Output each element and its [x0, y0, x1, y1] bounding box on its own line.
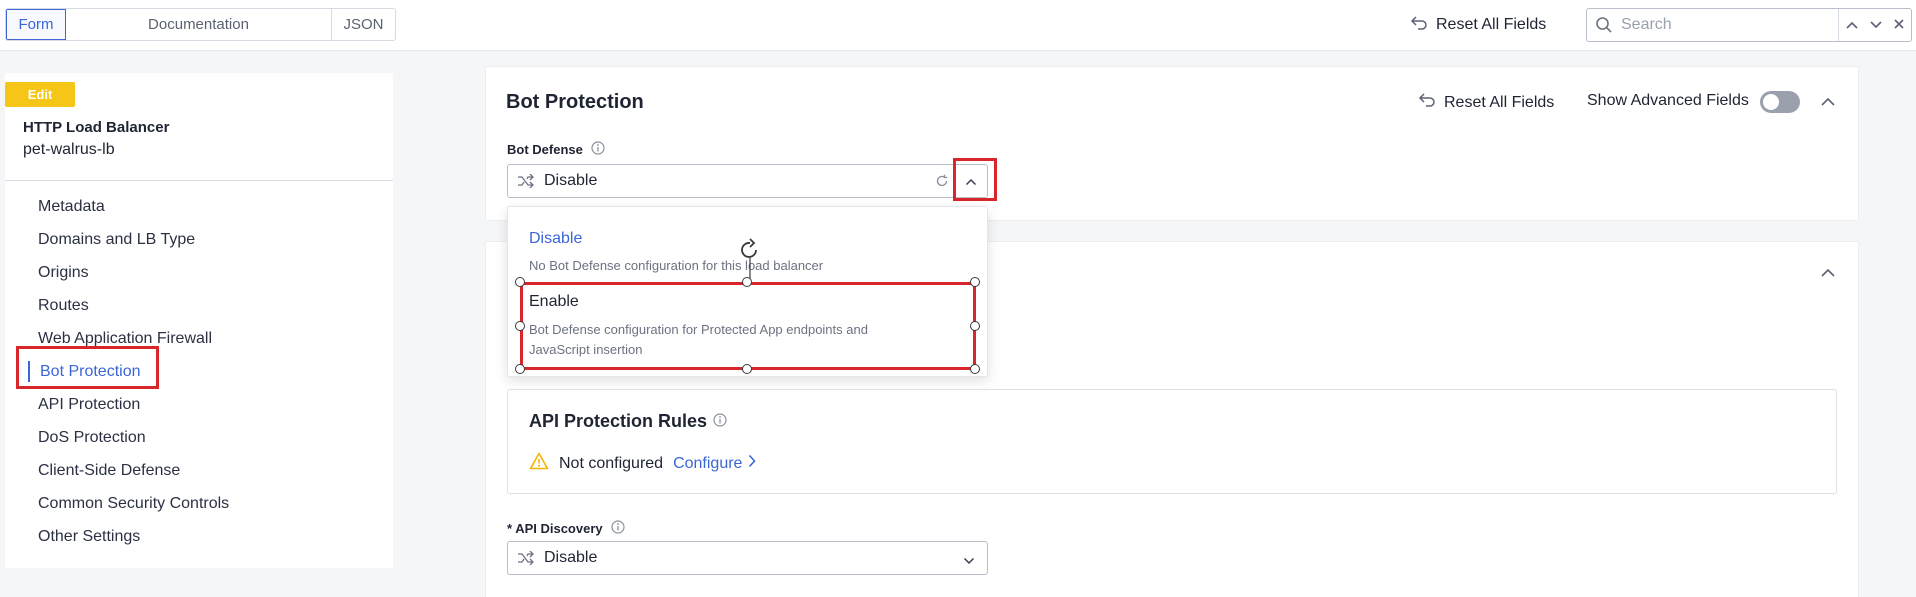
toggle-knob — [1763, 94, 1779, 110]
edit-badge: Edit — [5, 82, 75, 107]
view-tabs: Form Documentation JSON — [5, 8, 396, 41]
search-box — [1586, 8, 1912, 42]
search-icon — [1587, 16, 1621, 34]
resize-handle — [970, 364, 980, 374]
info-icon[interactable] — [591, 141, 605, 158]
api-discovery-select[interactable]: Disable — [507, 541, 988, 575]
api-discovery-label: * API Discovery — [507, 520, 625, 537]
search-close-icon[interactable] — [1893, 17, 1905, 34]
sidebar: Edit HTTP Load Balancer pet-walrus-lb Me… — [5, 73, 393, 568]
option-enable-highlight-box — [520, 282, 976, 370]
resize-handle — [515, 364, 525, 374]
reset-all-fields-button[interactable]: Reset All Fields — [1410, 13, 1546, 37]
object-type: HTTP Load Balancer — [23, 119, 170, 136]
info-icon[interactable] — [611, 520, 625, 537]
info-icon[interactable] — [713, 411, 727, 432]
search-input[interactable] — [1621, 16, 1831, 34]
object-name: pet-walrus-lb — [23, 141, 115, 158]
api-discovery-label-text: * API Discovery — [507, 521, 603, 536]
collapse-section-icon[interactable] — [1820, 265, 1836, 282]
reset-all-fields-label: Reset All Fields — [1436, 16, 1547, 33]
option-disable-title[interactable]: Disable — [529, 230, 582, 248]
tab-json[interactable]: JSON — [332, 9, 395, 40]
chevron-right-icon — [748, 454, 757, 473]
bot-defense-value: Disable — [544, 172, 598, 189]
sidebar-divider — [5, 180, 393, 181]
sidebar-item-dos-protection[interactable]: DoS Protection — [5, 421, 393, 454]
sidebar-item-common-security[interactable]: Common Security Controls — [5, 487, 393, 520]
sidebar-item-origins[interactable]: Origins — [5, 256, 393, 289]
sidebar-highlight-box — [16, 346, 159, 389]
warning-icon — [529, 452, 549, 475]
tab-documentation[interactable]: Documentation — [66, 9, 332, 40]
search-next-icon[interactable] — [1869, 17, 1883, 34]
resize-handle — [515, 321, 525, 331]
shuffle-icon — [508, 174, 544, 188]
api-protection-rules-card — [507, 389, 1837, 494]
advanced-fields-label: Show Advanced Fields — [1587, 92, 1749, 109]
refresh-icon[interactable] — [935, 174, 949, 192]
search-nav — [1838, 9, 1911, 41]
configure-link[interactable]: Configure — [673, 454, 757, 473]
sidebar-item-domains[interactable]: Domains and LB Type — [5, 223, 393, 256]
bot-defense-label-text: Bot Defense — [507, 142, 583, 157]
resize-handle — [742, 364, 752, 374]
reset-icon — [1410, 15, 1428, 36]
sidebar-item-api-protection[interactable]: API Protection — [5, 388, 393, 421]
api-protection-rules-title-text: API Protection Rules — [529, 411, 708, 431]
configure-label: Configure — [673, 454, 743, 472]
section-reset-button[interactable]: Reset All Fields — [1418, 92, 1554, 113]
shuffle-icon — [508, 551, 544, 565]
resize-handle — [970, 321, 980, 331]
api-discovery-value: Disable — [544, 549, 598, 566]
sidebar-item-other-settings[interactable]: Other Settings — [5, 520, 393, 553]
chevron-highlight-box — [953, 158, 997, 201]
chevron-down-icon — [963, 552, 975, 569]
api-protection-rules-title: API Protection Rules — [529, 411, 727, 432]
status-text: Not configured — [559, 454, 664, 472]
sidebar-item-metadata[interactable]: Metadata — [5, 190, 393, 223]
sidebar-item-client-side-defense[interactable]: Client-Side Defense — [5, 454, 393, 487]
advanced-fields-toggle[interactable] — [1760, 91, 1800, 113]
top-bar: Form Documentation JSON Reset All Fields — [0, 0, 1916, 51]
collapse-section-icon[interactable] — [1820, 94, 1836, 111]
rotate-handle-icon — [737, 238, 763, 282]
tab-form[interactable]: Form — [6, 9, 66, 40]
bot-defense-label: Bot Defense — [507, 141, 605, 158]
bot-defense-select[interactable]: Disable — [507, 164, 988, 198]
reset-icon — [1418, 92, 1436, 113]
resize-handle — [970, 277, 980, 287]
resize-handle — [515, 277, 525, 287]
search-prev-icon[interactable] — [1845, 17, 1859, 34]
section-reset-label: Reset All Fields — [1444, 93, 1555, 111]
api-protection-status: Not configured Configure — [529, 452, 757, 475]
sidebar-item-routes[interactable]: Routes — [5, 289, 393, 322]
section-title: Bot Protection — [506, 91, 644, 113]
